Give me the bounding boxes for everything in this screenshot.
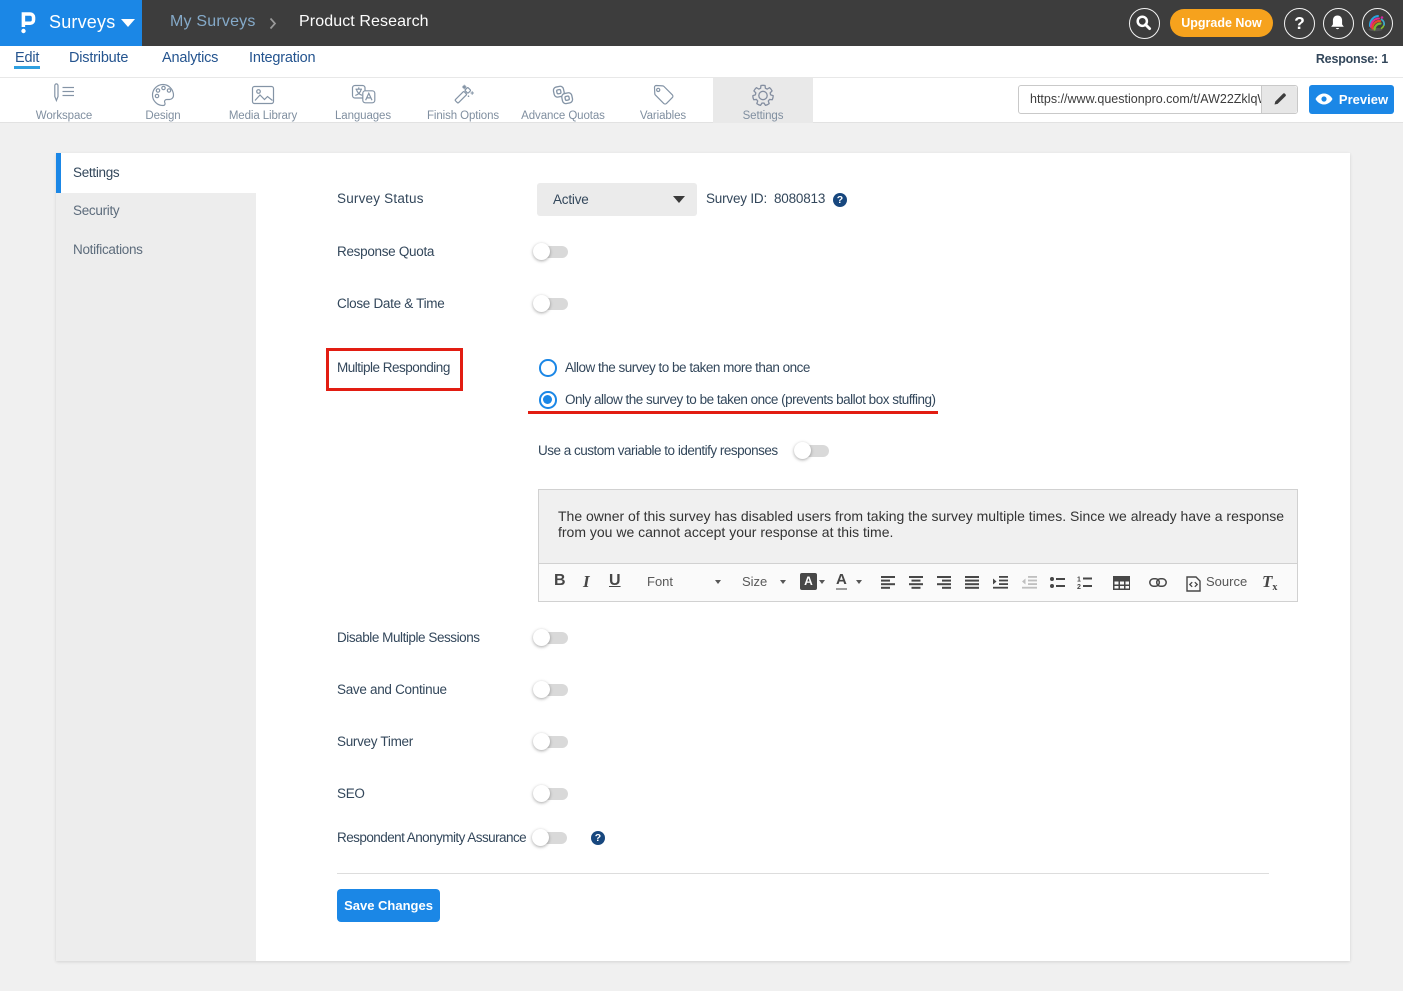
svg-text:1: 1 [1077, 577, 1081, 584]
svg-text:2: 2 [1077, 584, 1081, 590]
